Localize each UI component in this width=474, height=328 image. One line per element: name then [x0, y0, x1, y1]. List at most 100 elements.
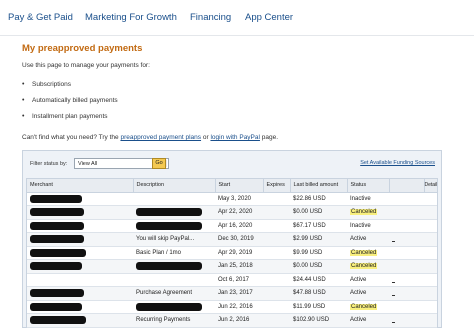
cell-status: Canceled [347, 300, 389, 314]
preapproved-payment-plans-link[interactable]: preapproved payment plans [120, 134, 201, 141]
redaction-bar [136, 302, 202, 311]
cell-status: Active [347, 232, 389, 247]
payments-table: Merchant Description Start Expires Last … [26, 178, 438, 328]
cell-last-billed-amount: $9.99 USD [290, 246, 347, 260]
payment-type-list: Subscriptions Automatically billed payme… [22, 80, 118, 128]
redaction-bar [30, 221, 84, 230]
cell-last-billed-amount: $102.90 USD [290, 313, 347, 328]
cell-merchant [27, 205, 133, 220]
status-badge: Canceled [350, 209, 378, 216]
redaction-bar [30, 194, 82, 203]
cell-description: Recurring Payments [133, 313, 215, 328]
cell-status-extra [389, 300, 424, 314]
cell-merchant [27, 232, 133, 247]
cell-status-extra [389, 192, 424, 206]
cell-status-extra [389, 246, 424, 260]
cell-description [133, 205, 215, 220]
header-details-spacer [389, 179, 425, 193]
table-row[interactable]: Recurring Payments Jun 2, 2016 $102.90 USD… [27, 313, 437, 328]
table-row[interactable]: Jan 25, 2018 $0.00 USD Canceled [27, 259, 437, 274]
cell-start: Jun 22, 2016 [215, 300, 263, 314]
cell-status-extra [389, 273, 424, 287]
table-header-row: Merchant Description Start Expires Last … [27, 179, 437, 193]
set-funding-sources-link[interactable]: Set Available Funding Sources [360, 160, 435, 166]
cell-expires [263, 219, 290, 233]
header-expires: Expires [263, 179, 291, 193]
cell-last-billed-amount: $22.86 USD [290, 192, 347, 206]
cell-details[interactable] [424, 192, 437, 206]
redaction-bar [136, 262, 202, 271]
cell-details[interactable] [424, 232, 437, 247]
redaction-bar [30, 302, 82, 311]
status-badge: Canceled [350, 249, 378, 256]
nav-app-center[interactable]: App Center [245, 12, 293, 23]
cell-status: Canceled [347, 246, 389, 260]
underline-mark-icon [392, 281, 395, 283]
header-last-billed-amount: Last billed amount [290, 179, 348, 193]
cell-start: Apr 29, 2019 [215, 246, 263, 260]
go-button[interactable]: Go [152, 158, 166, 169]
header-status: Status [347, 179, 390, 193]
table-row[interactable]: Oct 6, 2017 $24.44 USD Active [27, 273, 437, 287]
help-prefix: Can't find what you need? Try the [22, 134, 119, 141]
filter-status-label: Filter status by: [30, 161, 68, 167]
redaction-bar [30, 235, 84, 244]
cell-status-extra [389, 313, 424, 328]
intro-text: Use this page to manage your payments fo… [22, 62, 150, 69]
cell-details[interactable] [424, 300, 437, 314]
cell-description: You will skip PayPal... [133, 232, 215, 247]
cell-details[interactable] [424, 259, 437, 274]
redaction-bar [30, 208, 84, 217]
cell-description [133, 273, 215, 287]
cell-merchant [27, 273, 133, 287]
status-badge: Canceled [350, 303, 378, 310]
list-item-automatically-billed: Automatically billed payments [22, 96, 118, 112]
cell-description: Basic Plan / 1mo [133, 246, 215, 260]
table-row[interactable]: Purchase Agreement Jan 23, 2017 $47.88 USD… [27, 286, 437, 301]
list-item-installment-plan: Installment plan payments [22, 112, 118, 128]
status-badge: Canceled [350, 263, 378, 270]
cell-details[interactable] [424, 273, 437, 287]
table-row[interactable]: Apr 16, 2020 $67.17 USD Inactive [27, 219, 437, 233]
list-item-subscriptions: Subscriptions [22, 80, 118, 96]
status-badge: Active [350, 236, 367, 243]
cell-details[interactable] [424, 313, 437, 328]
cell-start: Dec 30, 2019 [215, 232, 263, 247]
status-badge: Inactive [350, 222, 371, 229]
redaction-bar [136, 208, 202, 217]
cell-details[interactable] [424, 246, 437, 260]
status-badge: Active [350, 276, 367, 283]
cell-start: May 3, 2020 [215, 192, 263, 206]
cell-description [133, 219, 215, 233]
cell-details[interactable] [424, 205, 437, 220]
nav-marketing-for-growth[interactable]: Marketing For Growth [85, 12, 177, 23]
header-merchant: Merchant [27, 179, 134, 193]
cell-expires [263, 313, 290, 328]
cell-start: Jun 2, 2016 [215, 313, 263, 328]
cell-description [133, 192, 215, 206]
redaction-bar [136, 221, 202, 230]
help-or: or [202, 134, 209, 141]
redaction-bar [30, 248, 86, 257]
cell-start: Apr 22, 2020 [215, 205, 263, 220]
nav-financing[interactable]: Financing [190, 12, 231, 23]
underline-mark-icon [392, 322, 395, 324]
cell-details[interactable] [424, 219, 437, 233]
cell-expires [263, 286, 290, 301]
table-row[interactable]: Apr 22, 2020 $0.00 USD Canceled [27, 205, 437, 220]
nav-pay-get-paid[interactable]: Pay & Get Paid [8, 12, 73, 23]
underline-mark-icon [392, 295, 395, 297]
table-row[interactable]: Jun 22, 2016 $11.99 USD Canceled [27, 300, 437, 314]
table-row[interactable]: You will skip PayPal... Dec 30, 2019 $2.99… [27, 232, 437, 247]
status-badge: Active [350, 290, 367, 297]
status-badge: Active [350, 317, 367, 324]
cell-description: Purchase Agreement [133, 286, 215, 301]
table-row[interactable]: May 3, 2020 $22.86 USD Inactive [27, 192, 437, 206]
table-row[interactable]: Basic Plan / 1mo Apr 29, 2019 $9.99 USD Can… [27, 246, 437, 260]
cell-merchant [27, 286, 133, 301]
help-text: Can't find what you need? Try the preapp… [22, 134, 278, 141]
help-suffix: page. [261, 134, 279, 141]
cell-details[interactable] [424, 286, 437, 301]
redaction-bar [30, 289, 84, 298]
login-with-paypal-link[interactable]: login with PayPal [210, 134, 260, 141]
